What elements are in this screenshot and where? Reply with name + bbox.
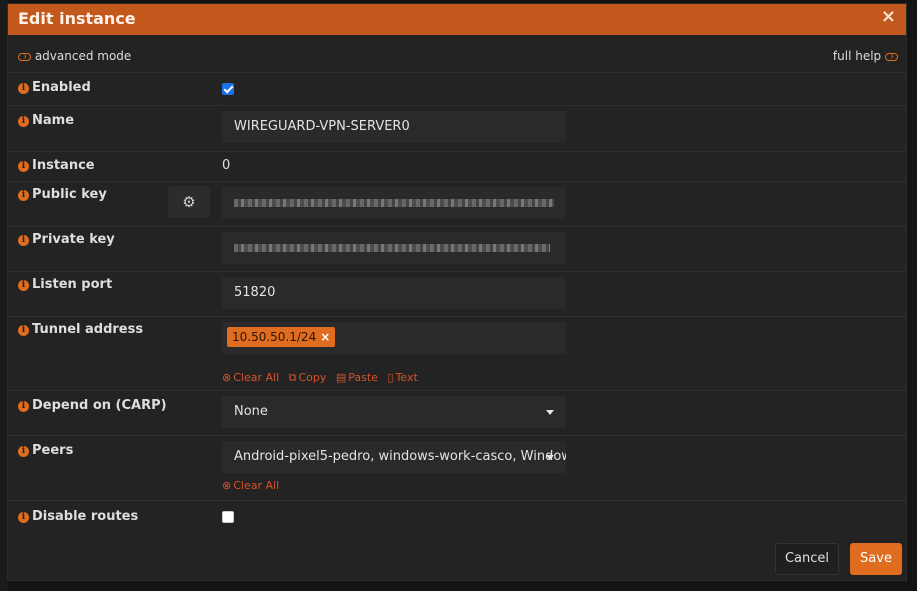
paste-link[interactable]: ▤ Paste xyxy=(336,371,378,384)
close-icon[interactable]: × xyxy=(881,6,896,27)
peers-actions: ⊗ Clear All xyxy=(222,479,285,492)
remove-tag-icon[interactable]: × xyxy=(320,330,330,344)
row-private-key: i Private key xyxy=(8,226,906,272)
listen-port-label-text: Listen port xyxy=(32,277,113,292)
caret-down-icon xyxy=(546,410,554,415)
save-button[interactable]: Save xyxy=(850,543,902,575)
text-file-icon: ▯ xyxy=(387,371,394,384)
text-link[interactable]: ▯ Text xyxy=(388,371,418,384)
depend-on-select[interactable]: None xyxy=(222,396,566,428)
info-icon[interactable]: i xyxy=(18,325,29,336)
depend-on-label: i Depend on (CARP) xyxy=(18,398,167,413)
gear-icon: ⚙ xyxy=(182,193,196,211)
enabled-checkbox[interactable] xyxy=(222,83,234,95)
depend-on-label-text: Depend on (CARP) xyxy=(32,398,167,413)
instance-value: 0 xyxy=(222,158,231,173)
row-peers: i Peers Android-pixel5-pedro, windows-wor… xyxy=(8,435,906,501)
row-listen-port: i Listen port 51820 xyxy=(8,271,906,317)
toggle-off-icon xyxy=(18,52,31,61)
clear-all-link[interactable]: ⊗ Clear All xyxy=(222,371,279,384)
info-icon[interactable]: i xyxy=(18,83,29,94)
copy-icon: ⧉ xyxy=(288,371,297,384)
enabled-label-text: Enabled xyxy=(32,80,91,95)
caret-down-icon xyxy=(546,455,554,460)
listen-port-input[interactable]: 51820 xyxy=(222,277,566,309)
toggle-row: advanced mode full help xyxy=(8,35,906,73)
row-disable-routes: i Disable routes xyxy=(8,500,906,536)
name-label: i Name xyxy=(18,113,74,128)
private-key-label: i Private key xyxy=(18,232,115,247)
peers-label: i Peers xyxy=(18,443,73,458)
advanced-mode-toggle[interactable]: advanced mode xyxy=(18,49,131,63)
clear-all-text: Clear All xyxy=(233,371,280,384)
info-icon[interactable]: i xyxy=(18,190,29,201)
info-icon[interactable]: i xyxy=(18,161,29,172)
peers-select[interactable]: Android-pixel5-pedro, windows-work-casco… xyxy=(222,441,566,473)
toggle-off-icon xyxy=(885,52,898,61)
copy-link[interactable]: ⧉ Copy xyxy=(289,371,327,384)
public-key-label: i Public key xyxy=(18,187,107,202)
info-icon[interactable]: i xyxy=(18,401,29,412)
private-key-input[interactable] xyxy=(222,232,566,264)
disable-routes-label: i Disable routes xyxy=(18,509,138,524)
depend-on-value: None xyxy=(234,404,268,419)
row-tunnel-address: i Tunnel address 10.50.50.1/24 × ⊗ Clear Al… xyxy=(8,316,906,391)
clear-icon: ⊗ xyxy=(222,371,232,384)
advanced-mode-label: advanced mode xyxy=(34,49,132,63)
instance-label-text: Instance xyxy=(32,158,95,173)
peers-clear-all-link[interactable]: ⊗ Clear All xyxy=(222,479,279,492)
info-icon[interactable]: i xyxy=(18,446,29,457)
cancel-button[interactable]: Cancel xyxy=(775,543,839,575)
tokenizer-actions: ⊗ Clear All ⧉ Copy ▤ Paste ▯ Text xyxy=(222,371,424,385)
instance-label: i Instance xyxy=(18,158,95,173)
tunnel-address-tokenizer[interactable]: 10.50.50.1/24 × xyxy=(222,322,566,354)
disable-routes-label-text: Disable routes xyxy=(32,509,139,524)
public-key-label-text: Public key xyxy=(32,187,107,202)
info-icon[interactable]: i xyxy=(18,512,29,523)
name-input[interactable]: WIREGUARD-VPN-SERVER0 xyxy=(222,111,566,143)
disable-routes-checkbox[interactable] xyxy=(222,511,234,523)
public-key-input[interactable] xyxy=(222,187,566,219)
row-name: i Name WIREGUARD-VPN-SERVER0 xyxy=(8,105,906,152)
full-help-label: full help xyxy=(832,49,882,63)
info-icon[interactable]: i xyxy=(18,280,29,291)
clear-all-text: Clear All xyxy=(233,479,280,492)
edit-instance-dialog: Edit instance × advanced mode full help … xyxy=(7,3,907,581)
info-icon[interactable]: i xyxy=(18,235,29,246)
row-enabled: i Enabled xyxy=(8,72,906,106)
redacted-key xyxy=(234,198,554,207)
dialog-header: Edit instance × xyxy=(8,4,906,35)
copy-text: Copy xyxy=(298,371,327,384)
listen-port-label: i Listen port xyxy=(18,277,112,292)
row-public-key: i Public key ⚙ xyxy=(8,181,906,227)
dialog-title: Edit instance xyxy=(18,9,136,28)
row-instance: i Instance 0 xyxy=(8,151,906,182)
tunnel-address-label: i Tunnel address xyxy=(18,322,143,337)
private-key-label-text: Private key xyxy=(32,232,115,247)
clear-icon: ⊗ xyxy=(222,479,232,492)
redacted-key xyxy=(234,243,550,252)
full-help-toggle[interactable]: full help xyxy=(833,49,898,63)
address-tag: 10.50.50.1/24 × xyxy=(227,327,336,347)
name-label-text: Name xyxy=(32,113,75,128)
paste-icon: ▤ xyxy=(335,371,347,384)
enabled-label: i Enabled xyxy=(18,80,91,95)
info-icon[interactable]: i xyxy=(18,116,29,127)
peers-value: Android-pixel5-pedro, windows-work-casco… xyxy=(234,449,566,464)
paste-text: Paste xyxy=(348,371,378,384)
address-tag-text: 10.50.50.1/24 xyxy=(232,330,317,344)
text-text: Text xyxy=(395,371,418,384)
row-depend-on: i Depend on (CARP) None xyxy=(8,390,906,436)
generate-keys-button[interactable]: ⚙ xyxy=(168,186,210,218)
dialog-footer: Cancel Save xyxy=(8,540,906,580)
peers-label-text: Peers xyxy=(32,443,74,458)
tunnel-address-label-text: Tunnel address xyxy=(32,322,144,337)
